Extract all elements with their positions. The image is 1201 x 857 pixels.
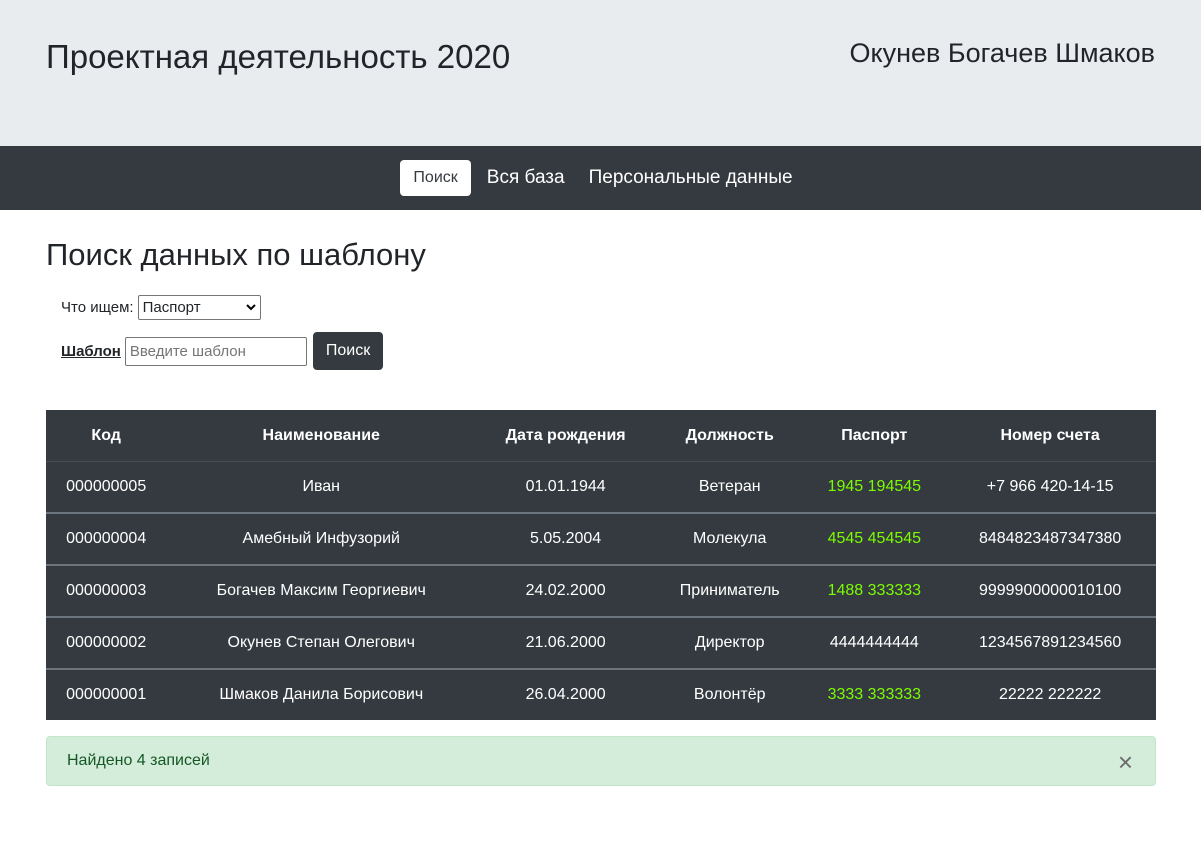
cell-name: Окунев Степан Олегович: [166, 616, 477, 669]
cell-passport: 1488 333333: [804, 564, 945, 617]
page-heading: Поиск данных по шаблону: [46, 237, 426, 272]
cell-name: Амебный Инфузорий: [166, 512, 477, 565]
main-content: Поиск данных по шаблону Что ищем: Паспор…: [0, 210, 1201, 786]
site-title: Проектная деятельность 2020: [46, 38, 511, 75]
cell-code: 000000003: [46, 564, 167, 617]
cell-position: Молекула: [655, 512, 805, 565]
col-header-code: Код: [46, 410, 167, 462]
cell-name: Богачев Максим Георгиевич: [166, 564, 477, 617]
table-row: 000000004 Амебный Инфузорий 5.05.2004 Мо…: [46, 512, 1156, 565]
cell-code: 000000004: [46, 512, 167, 565]
search-type-value: Паспорт: [142, 299, 201, 316]
table-header-row: Код Наименование Дата рождения Должность…: [46, 410, 1156, 462]
close-icon[interactable]: ×: [1118, 749, 1133, 775]
col-header-account: Номер счета: [944, 410, 1156, 462]
col-header-position: Должность: [655, 410, 805, 462]
navbar: Поиск Вся база Персональные данные: [0, 146, 1201, 210]
cell-account: +7 966 420-14-15: [944, 461, 1156, 513]
search-button[interactable]: Поиск: [312, 332, 384, 370]
cell-birth-date: 5.05.2004: [476, 512, 656, 565]
table-row: 000000005 Иван 01.01.1944 Ветеран 1945 1…: [46, 461, 1156, 513]
cell-passport: 4545 454545: [804, 512, 945, 565]
cell-account: 8484823487347380: [944, 512, 1156, 565]
cell-birth-date: 21.06.2000: [476, 616, 656, 669]
chevron-down-icon: [245, 302, 256, 314]
cell-passport: 3333 333333: [804, 668, 945, 720]
cell-birth-date: 01.01.1944: [476, 461, 656, 513]
cell-position: Ветеран: [655, 461, 805, 513]
cell-account: 22222 222222: [944, 668, 1156, 720]
nav-item-personal-data[interactable]: Персональные данные: [581, 159, 801, 197]
cell-account: 1234567891234560: [944, 616, 1156, 669]
table-row: 000000001 Шмаков Данила Борисович 26.04.…: [46, 668, 1156, 720]
nav-item-all-database[interactable]: Вся база: [479, 159, 573, 197]
cell-position: Директор: [655, 616, 805, 669]
cell-position: Волонтёр: [655, 668, 805, 720]
table-row: 000000002 Окунев Степан Олегович 21.06.2…: [46, 616, 1156, 669]
cell-position: Приниматель: [655, 564, 805, 617]
cell-code: 000000005: [46, 461, 167, 513]
search-type-label: Что ищем:: [61, 299, 134, 316]
table-row: 000000003 Богачев Максим Георгиевич 24.0…: [46, 564, 1156, 617]
page-header: Проектная деятельность 2020 Окунев Богач…: [0, 0, 1201, 146]
search-type-select[interactable]: Паспорт: [137, 295, 261, 320]
cell-account: 9999900000010100: [944, 564, 1156, 617]
search-type-row: Что ищем: Паспорт: [61, 295, 1155, 320]
template-label: Шаблон: [61, 342, 121, 360]
cell-birth-date: 26.04.2000: [476, 668, 656, 720]
cell-name: Иван: [166, 461, 477, 513]
cell-birth-date: 24.02.2000: [476, 564, 656, 617]
cell-code: 000000002: [46, 616, 167, 669]
nav-item-search[interactable]: Поиск: [400, 160, 471, 196]
cell-name: Шмаков Данила Борисович: [166, 668, 477, 720]
col-header-passport: Паспорт: [804, 410, 945, 462]
cell-code: 000000001: [46, 668, 167, 720]
template-row: Шаблон Поиск: [61, 332, 1155, 370]
col-header-name: Наименование: [166, 410, 477, 462]
cell-passport: 4444444444: [804, 616, 945, 669]
alert-text: Найдено 4 записей: [67, 752, 210, 769]
results-alert: Найдено 4 записей ×: [46, 736, 1156, 786]
results-table: Код Наименование Дата рождения Должность…: [46, 410, 1156, 720]
col-header-birth-date: Дата рождения: [476, 410, 656, 462]
cell-passport: 1945 194545: [804, 461, 945, 513]
template-input[interactable]: [124, 336, 307, 366]
authors: Окунев Богачев Шмаков: [849, 38, 1155, 68]
